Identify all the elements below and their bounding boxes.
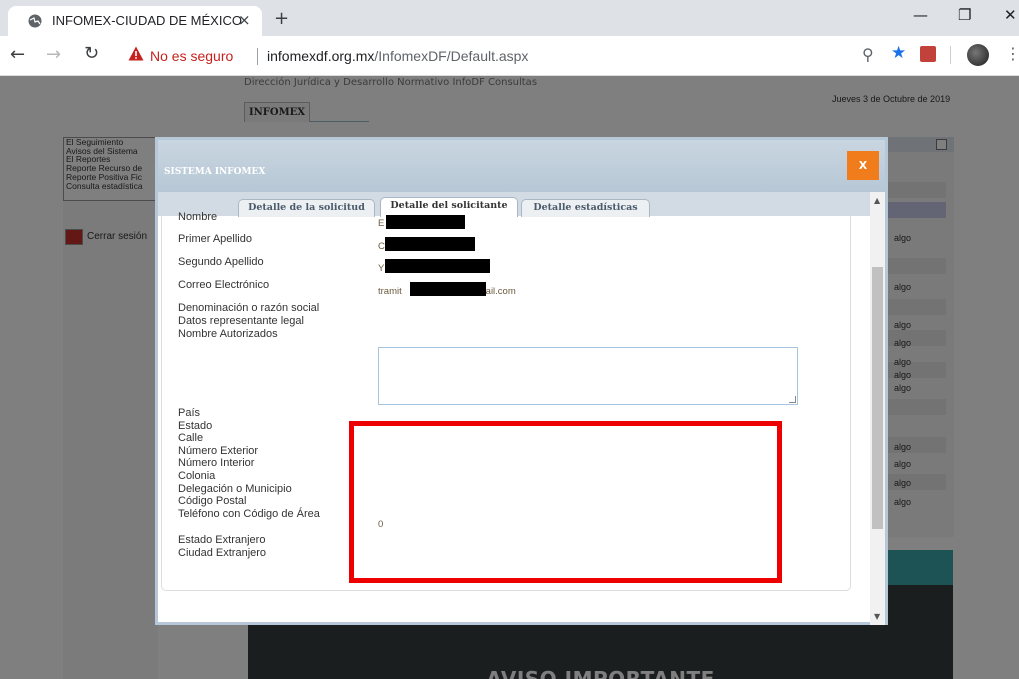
modal-dialog: SISTEMA INFOMEX X Detalle de la solicitu… bbox=[155, 137, 888, 625]
requester-details-panel: Nombre Primer Apellido Segundo Apellido … bbox=[161, 211, 851, 591]
pdf-extension-icon[interactable] bbox=[920, 46, 936, 62]
forward-arrow-icon[interactable]: → bbox=[46, 44, 61, 65]
tab-close-icon[interactable]: × bbox=[238, 11, 251, 29]
label-estado: Estado bbox=[178, 419, 213, 432]
label-telefono: Teléfono con Código de Área bbox=[178, 507, 320, 520]
label-autorizados: Nombre Autorizados bbox=[178, 328, 278, 340]
modal-header: SISTEMA INFOMEX X bbox=[158, 140, 885, 192]
address-bar[interactable]: No es seguro infomexdf.org.mx/InfomexDF/… bbox=[114, 41, 874, 71]
browser-tab[interactable]: INFOMEX-CIUDAD DE MÉXICO × bbox=[8, 6, 262, 36]
label-numero-interior: Número Interior bbox=[178, 457, 255, 470]
back-arrow-icon[interactable]: ← bbox=[10, 44, 25, 65]
label-calle: Calle bbox=[178, 432, 204, 445]
scroll-down-arrow-icon[interactable]: ▼ bbox=[874, 612, 880, 621]
value-primer-apellido: C bbox=[378, 241, 385, 252]
value-nombre: E bbox=[378, 218, 385, 229]
security-status[interactable]: No es seguro bbox=[150, 48, 233, 64]
label-correo: Correo Electrónico bbox=[178, 279, 270, 291]
label-denominacion: Denominación o razón social bbox=[178, 302, 320, 314]
minimize-icon[interactable]: — bbox=[913, 6, 928, 24]
label-codigo-postal: Código Postal bbox=[178, 495, 247, 508]
modal-scrollbar[interactable]: ▲ ▼ bbox=[870, 192, 885, 625]
scroll-up-arrow-icon[interactable]: ▲ bbox=[874, 196, 880, 205]
label-segundo-apellido: Segundo Apellido bbox=[178, 256, 264, 268]
bookmark-star-icon[interactable]: ★ bbox=[891, 43, 906, 63]
label-ciudad-extranjero: Ciudad Extranjero bbox=[178, 546, 267, 559]
label-representante: Datos representante legal bbox=[178, 315, 304, 327]
label-primer-apellido: Primer Apellido bbox=[178, 233, 252, 245]
browser-tabbar: INFOMEX-CIUDAD DE MÉXICO × + — ❐ ✕ bbox=[0, 0, 1019, 36]
url-host: infomexdf.org.mx bbox=[267, 48, 375, 64]
modal-title: SISTEMA INFOMEX bbox=[164, 167, 266, 177]
kebab-menu-icon[interactable]: ⋮ bbox=[1005, 44, 1019, 63]
redaction-correo bbox=[410, 282, 486, 296]
tab-detalle-solicitante[interactable]: Detalle del solicitante bbox=[380, 197, 518, 217]
label-delegacion: Delegación o Municipio bbox=[178, 482, 292, 495]
red-highlight-box bbox=[349, 421, 782, 583]
restore-window-icon[interactable]: ❐ bbox=[958, 6, 971, 24]
label-pais: País bbox=[178, 407, 201, 419]
url-text[interactable]: infomexdf.org.mx/InfomexDF/Default.aspx bbox=[267, 48, 528, 64]
redaction-primer-apellido bbox=[385, 237, 475, 251]
redaction-nombre bbox=[386, 215, 465, 229]
label-numero-exterior: Número Exterior bbox=[178, 444, 259, 457]
foreign-address-labels: Estado Extranjero Ciudad Extranjero bbox=[178, 534, 266, 559]
label-nombre: Nombre bbox=[178, 211, 218, 223]
close-window-icon[interactable]: ✕ bbox=[1004, 6, 1017, 24]
omnibox-divider bbox=[257, 48, 258, 65]
autorizados-textarea[interactable] bbox=[378, 347, 798, 405]
value-correo-prefix: tramit bbox=[378, 286, 402, 297]
toolbar-divider bbox=[950, 46, 951, 64]
value-segundo-apellido: Y bbox=[378, 263, 385, 274]
modal-close-button[interactable]: X bbox=[847, 151, 879, 180]
label-estado-extranjero: Estado Extranjero bbox=[178, 534, 266, 546]
label-colonia: Colonia bbox=[178, 469, 216, 482]
scrollbar-thumb[interactable] bbox=[872, 267, 883, 529]
tab-title: INFOMEX-CIUDAD DE MÉXICO bbox=[52, 13, 242, 28]
address-labels: País Estado Calle Número Exterior Número… bbox=[178, 407, 320, 520]
resize-grip-icon[interactable] bbox=[789, 396, 796, 403]
tab-detalle-estadisticas[interactable]: Detalle estadísticas bbox=[521, 199, 650, 217]
reload-icon[interactable]: ↻ bbox=[84, 43, 99, 64]
warning-icon bbox=[128, 46, 144, 61]
globe-icon bbox=[28, 14, 42, 28]
zoom-icon[interactable]: ⚲ bbox=[862, 45, 874, 64]
redaction-segundo-apellido bbox=[385, 259, 490, 273]
profile-avatar-icon[interactable] bbox=[967, 44, 989, 66]
new-tab-button[interactable]: + bbox=[274, 8, 289, 29]
url-path: /InfomexDF/Default.aspx bbox=[374, 48, 529, 64]
modal-tabstrip: Detalle de la solicitud Detalle del soli… bbox=[158, 192, 870, 217]
tab-detalle-solicitud[interactable]: Detalle de la solicitud bbox=[238, 199, 375, 217]
